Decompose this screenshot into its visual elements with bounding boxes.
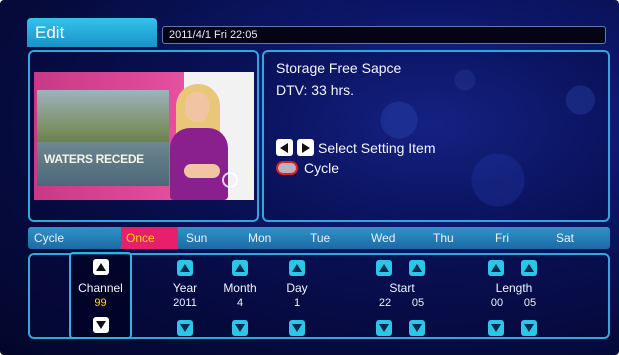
datetime-display: 2011/4/1 Fri 22:05 bbox=[162, 26, 606, 44]
cycle-option-fri[interactable]: Fri bbox=[495, 227, 509, 249]
year-value: 2011 bbox=[173, 297, 197, 309]
length-field[interactable]: Length 00 05 bbox=[482, 255, 546, 339]
month-field[interactable]: Month 4 bbox=[215, 255, 265, 339]
left-arrow-icon bbox=[276, 139, 293, 156]
cycle-label: Cycle bbox=[34, 231, 65, 245]
cycle-option-tue[interactable]: Tue bbox=[310, 227, 330, 249]
year-label: Year bbox=[172, 281, 198, 295]
start-time-field[interactable]: Start 22 05 bbox=[370, 255, 434, 339]
year-up-arrow-icon[interactable] bbox=[177, 260, 193, 276]
channel-field[interactable]: Channel 99 bbox=[69, 252, 132, 339]
cycle-option-sun[interactable]: Sun bbox=[186, 227, 207, 249]
channel-value: 99 bbox=[94, 297, 107, 309]
dtv-free-hours: DTV: 33 hrs. bbox=[276, 82, 355, 98]
recording-settings-panel: Channel 99 Year 2011 Month 4 Day 1 Start… bbox=[28, 252, 610, 339]
month-label: Month bbox=[223, 281, 257, 295]
hint-select-label: Select Setting Item bbox=[318, 139, 436, 156]
length-hour-value: 00 bbox=[490, 297, 504, 309]
length-minute-down-arrow-icon[interactable] bbox=[521, 320, 537, 336]
page-title: Edit bbox=[27, 18, 157, 47]
length-hour-down-arrow-icon[interactable] bbox=[488, 320, 504, 336]
start-minute-value: 05 bbox=[411, 297, 425, 309]
day-label: Day bbox=[286, 281, 308, 295]
day-value: 1 bbox=[293, 297, 301, 309]
channel-logo-icon bbox=[222, 172, 238, 188]
red-button-icon bbox=[276, 161, 298, 175]
cycle-option-once[interactable]: Once bbox=[121, 227, 178, 249]
day-down-arrow-icon[interactable] bbox=[289, 320, 305, 336]
month-value: 4 bbox=[236, 297, 244, 309]
length-label: Length bbox=[495, 281, 533, 295]
hint-select-setting: Select Setting Item bbox=[276, 139, 436, 156]
preview-panel: WATERS RECEDE bbox=[28, 50, 259, 222]
cycle-option-wed[interactable]: Wed bbox=[371, 227, 395, 249]
start-hour-down-arrow-icon[interactable] bbox=[376, 320, 392, 336]
cycle-option-mon[interactable]: Mon bbox=[248, 227, 271, 249]
hint-cycle-label: Cycle bbox=[304, 160, 340, 176]
preview-caption: WATERS RECEDE bbox=[44, 152, 144, 166]
month-down-arrow-icon[interactable] bbox=[232, 320, 248, 336]
cycle-selector: Cycle Once Sun Mon Tue Wed Thu Fri Sat bbox=[28, 227, 610, 249]
channel-preview-video: WATERS RECEDE bbox=[34, 72, 254, 200]
channel-label: Channel bbox=[78, 281, 123, 295]
storage-label: Storage Free Sapce bbox=[276, 60, 402, 76]
info-panel: Storage Free Sapce DTV: 33 hrs. Select S… bbox=[262, 50, 610, 222]
start-hour-up-arrow-icon[interactable] bbox=[376, 260, 392, 276]
length-hour-up-arrow-icon[interactable] bbox=[488, 260, 504, 276]
day-up-arrow-icon[interactable] bbox=[289, 260, 305, 276]
day-field[interactable]: Day 1 bbox=[272, 255, 322, 339]
year-field[interactable]: Year 2011 bbox=[160, 255, 210, 339]
year-down-arrow-icon[interactable] bbox=[177, 320, 193, 336]
right-arrow-icon bbox=[297, 139, 314, 156]
month-up-arrow-icon[interactable] bbox=[232, 260, 248, 276]
cycle-option-thu[interactable]: Thu bbox=[433, 227, 454, 249]
channel-down-arrow-icon[interactable] bbox=[93, 317, 109, 333]
hint-cycle: Cycle bbox=[276, 160, 339, 176]
start-minute-up-arrow-icon[interactable] bbox=[409, 260, 425, 276]
length-minute-up-arrow-icon[interactable] bbox=[521, 260, 537, 276]
start-label: Start bbox=[389, 281, 415, 295]
start-minute-down-arrow-icon[interactable] bbox=[409, 320, 425, 336]
channel-up-arrow-icon[interactable] bbox=[93, 259, 109, 275]
cycle-option-sat[interactable]: Sat bbox=[556, 227, 574, 249]
edit-screen: Edit 2011/4/1 Fri 22:05 WATERS RECEDE St… bbox=[0, 0, 619, 355]
start-hour-value: 22 bbox=[378, 297, 392, 309]
length-minute-value: 05 bbox=[523, 297, 537, 309]
